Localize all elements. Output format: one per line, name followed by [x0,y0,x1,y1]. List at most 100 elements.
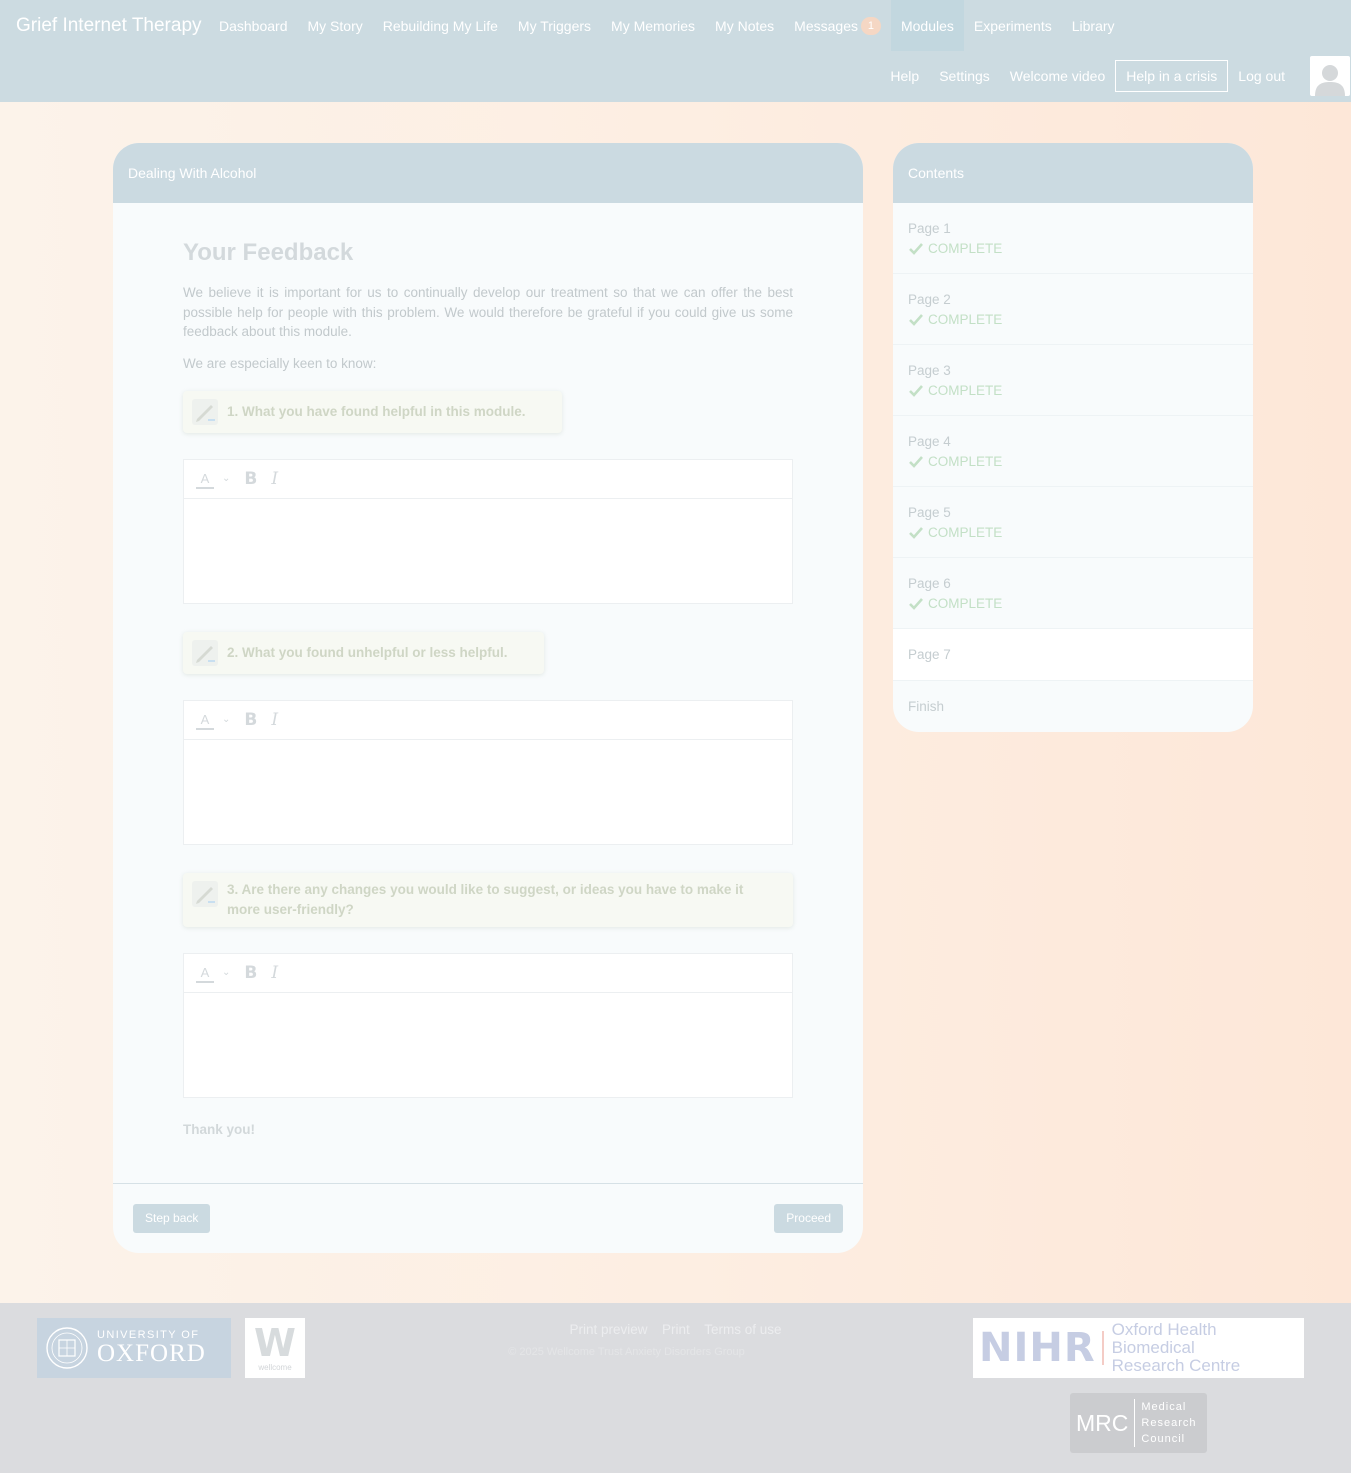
nav-label: My Story [307,17,363,34]
nav-my-story[interactable]: My Story [298,0,373,51]
question-text: 1. What you have found helpful in this m… [227,403,526,419]
toc-item-page-1[interactable]: Page 1 COMPLETE [893,203,1253,274]
toc-status: COMPLETE [908,525,1238,540]
mrc-line-3: Council [1141,1433,1186,1445]
nav-library[interactable]: Library [1062,0,1125,51]
nav-rebuilding-my-life[interactable]: Rebuilding My Life [373,0,508,51]
italic-button[interactable]: I [271,963,278,983]
step-back-button[interactable]: Step back [133,1204,211,1233]
module-footer: Step back Proceed [113,1183,863,1253]
proceed-button[interactable]: Proceed [774,1204,843,1233]
toc-status: COMPLETE [908,383,1238,398]
answer-editor-1[interactable]: A ⌄ B I [183,458,793,604]
site-footer: UNIVERSITY OF OXFORD W wellcome Print pr… [0,1303,1351,1473]
nav-experiments[interactable]: Experiments [964,0,1062,51]
intro-text: We believe it is important for us to con… [183,285,793,339]
user-avatar[interactable] [1310,56,1350,96]
nav-label: My Notes [715,17,775,34]
messages-count-badge: 1 [860,16,881,35]
nav-my-notes[interactable]: My Notes [705,0,784,51]
check-icon [909,242,923,255]
contents-card: Contents Page 1 COMPLETE Page 2 COMPLETE… [893,143,1253,732]
mrc-logo[interactable]: MRC Medical Research Council [1070,1393,1207,1453]
chevron-down-icon[interactable]: ⌄ [222,967,230,978]
bold-button[interactable]: B [244,469,257,489]
toc-item-page-4[interactable]: Page 4 COMPLETE [893,416,1253,487]
top-navbar: Grief Internet Therapy Dashboard My Stor… [0,0,1351,102]
welcome-video-link[interactable]: Welcome video [1000,68,1115,84]
toc-item-page-3[interactable]: Page 3 COMPLETE [893,345,1253,416]
toc-item-finish[interactable]: Finish [893,681,1253,732]
nav-label: Messages [794,17,858,34]
pen-icon [192,880,218,907]
divider [1134,1399,1136,1447]
nav-label: My Memories [611,17,696,34]
status-text: COMPLETE [928,241,1003,256]
nav-label: Library [1071,17,1115,34]
terms-of-use-link[interactable]: Terms of use [704,1322,781,1337]
check-icon [909,526,923,539]
check-icon [909,313,923,326]
print-link[interactable]: Print [662,1322,690,1337]
module-card: Dealing With Alcohol Your Feedback We be… [113,143,863,1253]
settings-link[interactable]: Settings [929,68,1000,84]
nav-modules[interactable]: Modules [890,0,964,51]
nihr-line-2: Research Centre [1111,1356,1241,1375]
toc-label: Finish [908,699,945,714]
toc-item-page-5[interactable]: Page 5 COMPLETE [893,487,1253,558]
text-color-button[interactable]: A [196,471,214,489]
nav-label: Dashboard [219,17,288,34]
toc-label: Page 2 [908,292,951,307]
text-color-button[interactable]: A [196,965,214,983]
status-text: COMPLETE [928,312,1003,327]
toc-label: Page 5 [908,505,951,520]
nav-dashboard[interactable]: Dashboard [209,0,298,51]
nav-my-memories[interactable]: My Memories [601,0,705,51]
toc-item-page-6[interactable]: Page 6 COMPLETE [893,558,1253,629]
help-link[interactable]: Help [880,68,929,84]
nihr-logo[interactable]: NIHR Oxford Health Biomedical Research C… [973,1318,1304,1378]
divider [1101,1331,1104,1365]
module-title: Dealing With Alcohol [113,143,863,203]
toc-label: Page 7 [908,647,951,662]
keen-to-know-text: We are especially keen to know: [183,355,377,371]
toc-label: Page 1 [908,221,951,236]
bold-button[interactable]: B [244,963,257,983]
question-2: 2. What you found unhelpful or less help… [183,631,544,674]
secondary-nav: Help Settings Welcome video Help in a cr… [880,60,1295,92]
wellcome-text: wellcome [258,1362,292,1372]
mrc-text: Medical Research Council [1141,1399,1196,1447]
text-color-button[interactable]: A [196,712,214,730]
answer-editor-2[interactable]: A ⌄ B I [183,699,793,845]
toc-item-page-7[interactable]: Page 7 [893,629,1253,681]
chevron-down-icon[interactable]: ⌄ [222,473,230,484]
question-text: 3. Are there any changes you would like … [227,881,744,917]
user-icon [1315,65,1345,96]
status-text: COMPLETE [928,454,1003,469]
nihr-line-1: Oxford Health Biomedical [1111,1320,1217,1357]
check-icon [909,384,923,397]
italic-button[interactable]: I [271,469,278,489]
print-preview-link[interactable]: Print preview [570,1322,648,1337]
bold-button[interactable]: B [244,710,257,730]
page-title: Your Feedback [183,239,354,266]
nav-messages[interactable]: Messages 1 [784,0,891,51]
question-text: 2. What you found unhelpful or less help… [227,644,508,660]
italic-button[interactable]: I [271,710,278,730]
toc-item-page-2[interactable]: Page 2 COMPLETE [893,274,1253,345]
toc-status: COMPLETE [908,596,1238,611]
thank-you-text: Thank you! [183,1121,256,1137]
question-3: 3. Are there any changes you would like … [183,872,793,927]
check-icon [909,455,923,468]
toc-status: COMPLETE [908,241,1238,256]
chevron-down-icon[interactable]: ⌄ [222,714,230,725]
pen-icon [192,398,218,425]
brand-title[interactable]: Grief Internet Therapy [16,15,202,37]
logout-link[interactable]: Log out [1228,68,1295,84]
nav-my-triggers[interactable]: My Triggers [508,0,601,51]
help-in-crisis-button[interactable]: Help in a crisis [1115,60,1229,92]
mrc-mark: MRC [1076,1409,1129,1436]
answer-editor-3[interactable]: A ⌄ B I [183,952,793,1098]
module-body: Your Feedback We believe it is important… [113,203,863,1137]
